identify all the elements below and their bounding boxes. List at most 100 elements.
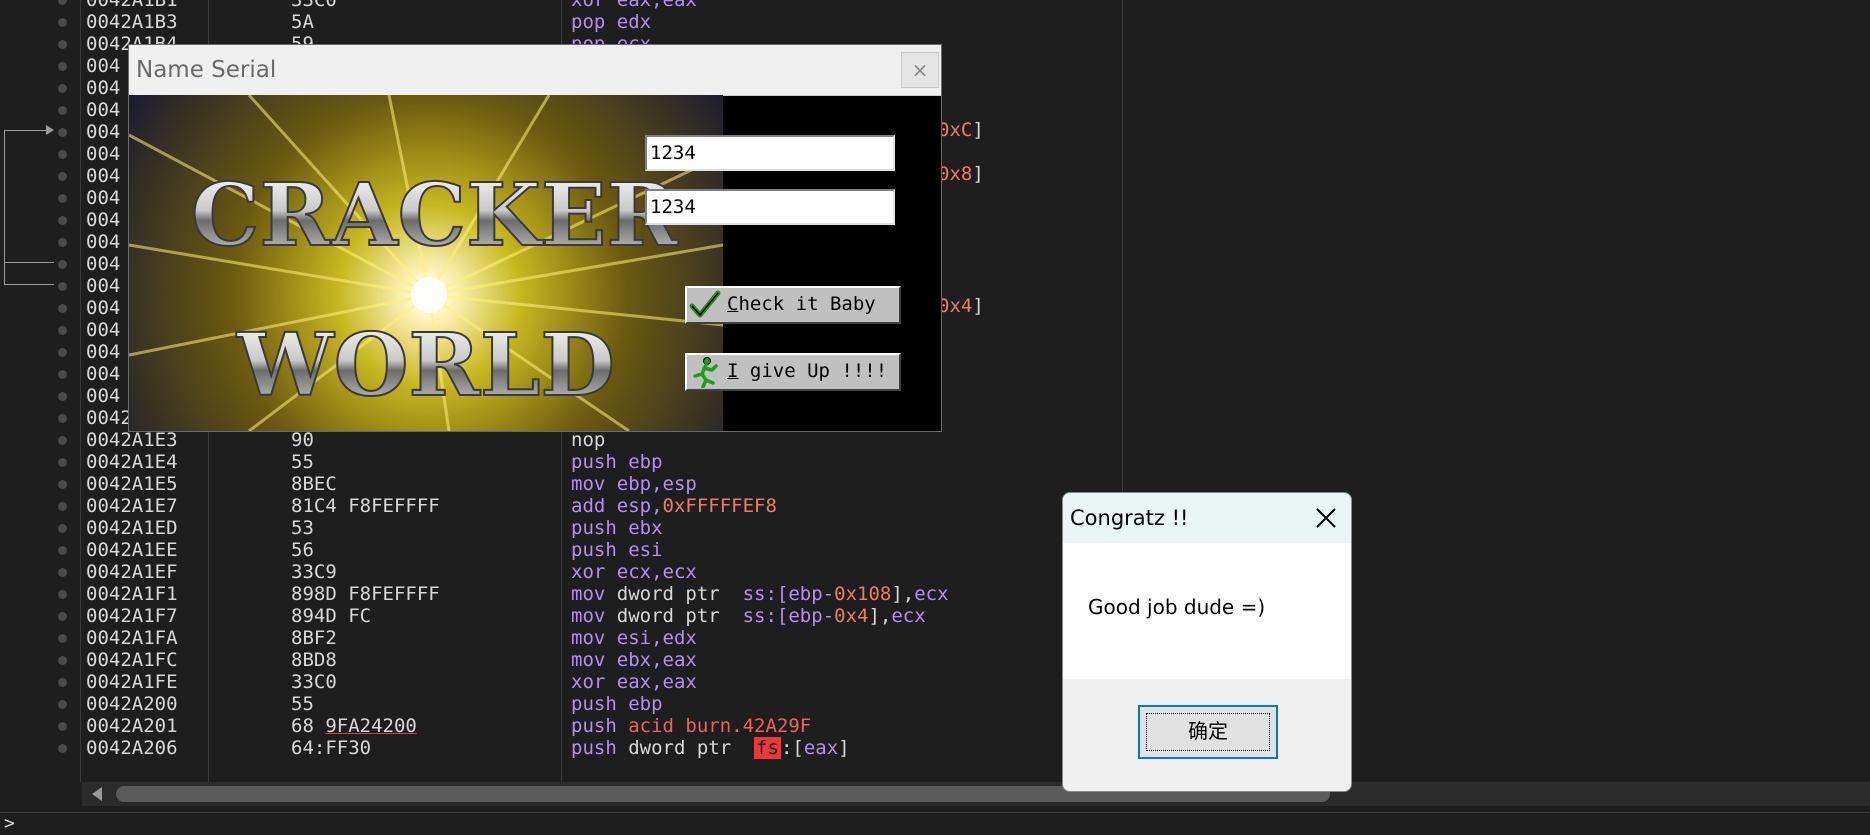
breakpoint-dot-icon[interactable]: [58, 216, 67, 225]
instruction-row[interactable]: 0042A1B3 5A pop edx: [0, 11, 1870, 33]
breakpoint-dot-icon[interactable]: [58, 634, 67, 643]
congratz-titlebar[interactable]: Congratz !!: [1063, 493, 1351, 543]
serial-field[interactable]: [645, 189, 895, 225]
breakpoint-dot-icon[interactable]: [58, 62, 67, 71]
address: 004: [86, 319, 121, 341]
instruction: push ebp: [571, 693, 663, 715]
instruction: mov dword ptr ss:[ebp-0x4],ecx: [571, 605, 926, 627]
instruction: push esi: [571, 539, 663, 561]
breakpoint-dot-icon[interactable]: [58, 612, 67, 621]
address: 0042A1FE: [86, 671, 178, 693]
breakpoint-dot-icon[interactable]: [58, 656, 67, 665]
instruction: mov esi,edx: [571, 627, 697, 649]
name-serial-window: Name Serial × CRACKER WORLD 1234 1234 Ch…: [128, 44, 942, 432]
breakpoint-dot-icon[interactable]: [58, 0, 67, 5]
instruction: xor eax,eax: [571, 0, 697, 11]
breakpoint-dot-icon[interactable]: [58, 304, 67, 313]
close-icon[interactable]: [1311, 503, 1341, 533]
instruction: mov ebx,eax: [571, 649, 697, 671]
scroll-left-icon[interactable]: [92, 787, 102, 801]
instruction-row[interactable]: 0042A201 68 9FA24200 push acid burn.42A29F: [0, 715, 1870, 737]
address: 004: [86, 385, 121, 407]
breakpoint-dot-icon[interactable]: [58, 194, 67, 203]
address: 004: [86, 99, 121, 121]
opcode-bytes: 5A: [291, 11, 314, 33]
breakpoint-dot-icon[interactable]: [58, 238, 67, 247]
breakpoint-dot-icon[interactable]: [58, 18, 67, 27]
breakpoint-dot-icon[interactable]: [58, 282, 67, 291]
address: 004: [86, 297, 121, 319]
instruction-row[interactable]: 0042A1EF 33C9 xor ecx,ecx: [0, 561, 1870, 583]
instruction-row[interactable]: 0042A1E3 90 nop: [0, 429, 1870, 451]
instruction: xor eax,eax: [571, 671, 697, 693]
instruction-row[interactable]: 0042A1F1 898D F8FEFFFF mov dword ptr ss:[e…: [0, 583, 1870, 605]
horizontal-scrollbar[interactable]: [82, 782, 1870, 806]
address: 004: [86, 165, 121, 187]
breakpoint-dot-icon[interactable]: [58, 480, 67, 489]
breakpoint-dot-icon[interactable]: [58, 150, 67, 159]
instruction-row[interactable]: 0042A1ED 53 push ebx: [0, 517, 1870, 539]
opcode-bytes: 33C9: [291, 561, 337, 583]
address: 0042A1ED: [86, 517, 178, 539]
breakpoint-dot-icon[interactable]: [58, 568, 67, 577]
address: 004: [86, 275, 121, 297]
address: 004: [86, 55, 121, 77]
instruction-row[interactable]: 0042A1FE 33C0 xor eax,eax: [0, 671, 1870, 693]
running-man-icon: [693, 357, 718, 388]
breakpoint-dot-icon[interactable]: [58, 744, 67, 753]
breakpoint-dot-icon[interactable]: [58, 84, 67, 93]
instruction-row[interactable]: 0042A200 55 push ebp: [0, 693, 1870, 715]
address: 004: [86, 253, 121, 275]
breakpoint-dot-icon[interactable]: [58, 392, 67, 401]
name-serial-titlebar[interactable]: Name Serial ×: [129, 45, 941, 96]
ok-button[interactable]: 确定: [1138, 705, 1278, 759]
breakpoint-dot-icon[interactable]: [58, 40, 67, 49]
opcode-bytes: 8BD8: [291, 649, 337, 671]
breakpoint-dot-icon[interactable]: [58, 326, 67, 335]
opcode-bytes: 55: [291, 693, 314, 715]
address: 0042A1E4: [86, 451, 178, 473]
breakpoint-dot-icon[interactable]: [58, 502, 67, 511]
breakpoint-dot-icon[interactable]: [58, 128, 67, 137]
instruction-row[interactable]: 0042A1E5 8BEC mov ebp,esp: [0, 473, 1870, 495]
instruction-row[interactable]: 0042A1B1 33C0 xor eax,eax: [0, 0, 1870, 11]
address: 004: [86, 231, 121, 253]
instruction-row[interactable]: 0042A1E4 55 push ebp: [0, 451, 1870, 473]
close-button[interactable]: ×: [901, 52, 939, 88]
breakpoint-dot-icon[interactable]: [58, 524, 67, 533]
breakpoint-dot-icon[interactable]: [58, 546, 67, 555]
opcode-bytes: 898D F8FEFFFF: [291, 583, 440, 605]
opcode-bytes: 64:FF30: [291, 737, 372, 759]
instruction-row[interactable]: 0042A1F7 894D FC mov dword ptr ss:[ebp-0x4…: [0, 605, 1870, 627]
breakpoint-dot-icon[interactable]: [58, 722, 67, 731]
give-up-button[interactable]: I give Up !!!!: [685, 353, 901, 391]
instruction: nop: [571, 429, 606, 451]
breakpoint-dot-icon[interactable]: [58, 436, 67, 445]
command-bar[interactable]: >: [0, 812, 1870, 834]
breakpoint-dot-icon[interactable]: [58, 260, 67, 269]
breakpoint-dot-icon[interactable]: [58, 590, 67, 599]
check-it-baby-button[interactable]: Check it Baby: [685, 286, 901, 324]
breakpoint-dot-icon[interactable]: [58, 172, 67, 181]
address: 0042A1FC: [86, 649, 178, 671]
address: 0042A1F7: [86, 605, 178, 627]
opcode-bytes: 33C0: [291, 0, 337, 11]
breakpoint-dot-icon[interactable]: [58, 106, 67, 115]
instruction-row[interactable]: 0042A1FA 8BF2 mov esi,edx: [0, 627, 1870, 649]
name-field[interactable]: [645, 135, 895, 171]
breakpoint-dot-icon[interactable]: [58, 370, 67, 379]
address: 0042A1FA: [86, 627, 178, 649]
breakpoint-dot-icon[interactable]: [58, 700, 67, 709]
instruction-row[interactable]: 0042A1E7 81C4 F8FEFFFF add esp,0xFFFFFEF8: [0, 495, 1870, 517]
breakpoint-dot-icon[interactable]: [58, 678, 67, 687]
address: 004: [86, 143, 121, 165]
breakpoint-dot-icon[interactable]: [58, 414, 67, 423]
instruction: push ebx: [571, 517, 663, 539]
instruction-row[interactable]: 0042A1FC 8BD8 mov ebx,eax: [0, 649, 1870, 671]
instruction-row[interactable]: 0042A206 64:FF30 push dword ptr fs:[eax]: [0, 737, 1870, 759]
instruction-row[interactable]: 0042A1EE 56 push esi: [0, 539, 1870, 561]
instruction: mov dword ptr ss:[ebp-0x108],ecx: [571, 583, 949, 605]
breakpoint-dot-icon[interactable]: [58, 458, 67, 467]
breakpoint-dot-icon[interactable]: [58, 348, 67, 357]
address: 0042A1E5: [86, 473, 178, 495]
